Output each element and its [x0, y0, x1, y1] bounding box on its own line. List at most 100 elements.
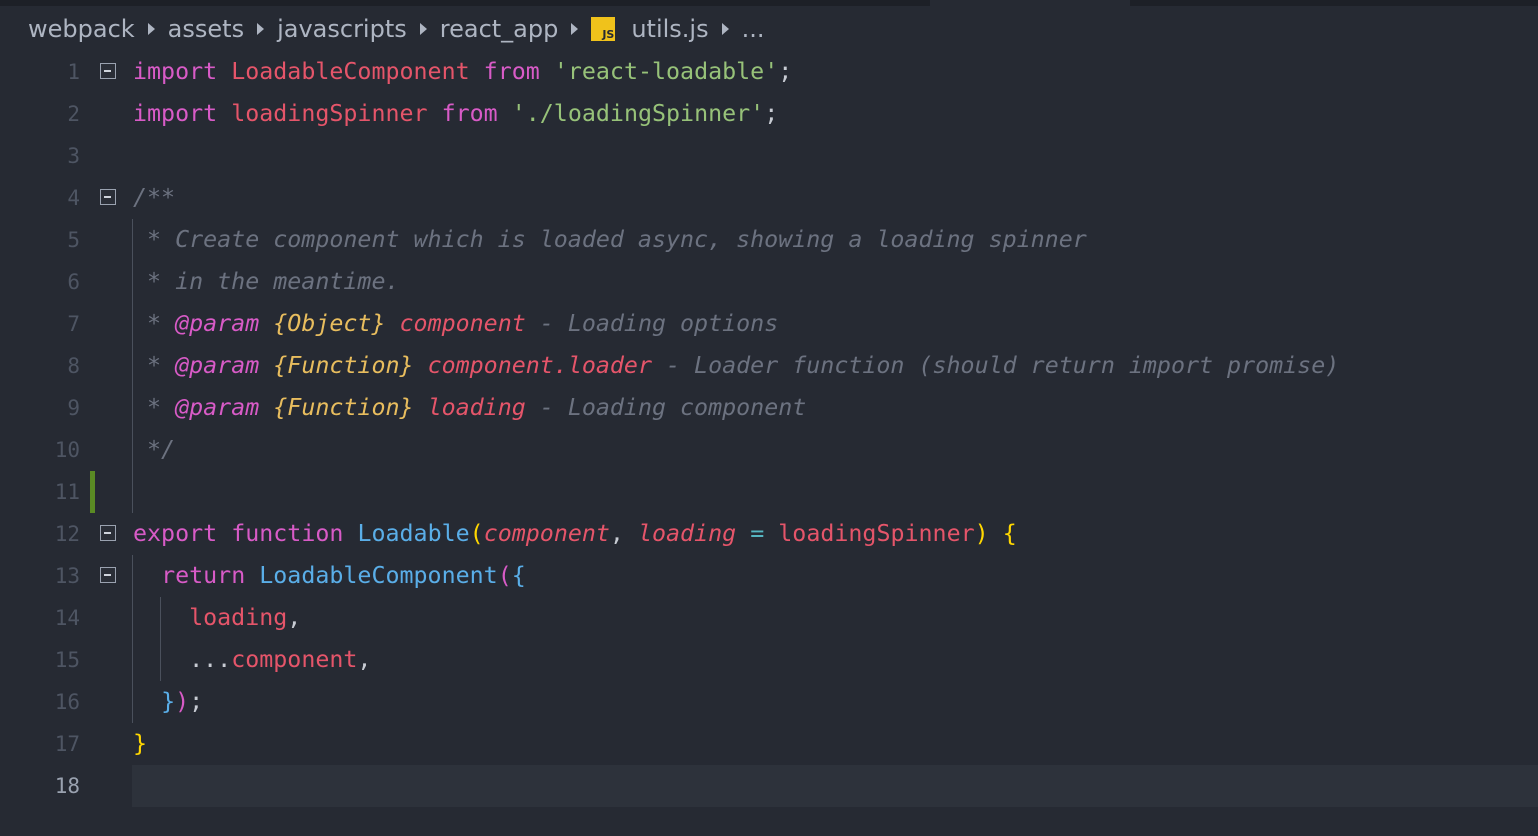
- token: ,: [357, 646, 372, 673]
- code-editor[interactable]: 1 import LoadableComponent from 'react-l…: [0, 51, 1538, 807]
- line-number: 9: [67, 396, 80, 420]
- token: function: [231, 520, 344, 547]
- line-number: 2: [67, 102, 80, 126]
- code-text[interactable]: * Create component which is loaded async…: [133, 219, 1087, 261]
- token: loadingSpinner: [778, 520, 975, 547]
- token: import: [133, 100, 218, 127]
- code-line[interactable]: 15 ...component,: [0, 639, 1538, 681]
- code-line[interactable]: 8 * @param {Function} component.loader -…: [0, 345, 1538, 387]
- line-number: 16: [54, 690, 80, 714]
- line-number: 7: [67, 312, 80, 336]
- code-text[interactable]: import loadingSpinner from './loadingSpi…: [133, 93, 778, 135]
- token: (: [497, 562, 512, 589]
- code-line[interactable]: 7 * @param {Object} component - Loading …: [0, 303, 1538, 345]
- fold-collapse-icon[interactable]: [100, 63, 116, 79]
- token: {Object}: [273, 310, 386, 337]
- code-text[interactable]: });: [133, 681, 203, 723]
- token: *: [133, 394, 176, 421]
- code-text[interactable]: }: [133, 723, 147, 765]
- token: ,: [287, 604, 302, 631]
- code-text[interactable]: */: [133, 429, 175, 471]
- fold-collapse-icon[interactable]: [100, 525, 116, 541]
- token: @param: [175, 394, 260, 421]
- code-line[interactable]: 4 /**: [0, 177, 1538, 219]
- code-text[interactable]: export function Loadable(component, load…: [133, 513, 1017, 555]
- token: loading: [427, 394, 526, 421]
- code-text[interactable]: ...component,: [133, 639, 371, 681]
- code-text[interactable]: * in the meantime.: [133, 261, 399, 303]
- token: component: [399, 310, 526, 337]
- token: Loadable: [357, 520, 470, 547]
- code-line[interactable]: 11: [0, 471, 1538, 513]
- breadcrumb-item-javascripts[interactable]: javascripts: [277, 15, 407, 43]
- line-number: 18: [54, 774, 80, 798]
- breadcrumb-item-file[interactable]: utils.js: [631, 15, 708, 43]
- code-line[interactable]: 1 import LoadableComponent from 'react-l…: [0, 51, 1538, 93]
- breadcrumb-overflow[interactable]: ...: [742, 15, 765, 43]
- code-line[interactable]: 9 * @param {Function} loading - Loading …: [0, 387, 1538, 429]
- fold-collapse-icon[interactable]: [100, 189, 116, 205]
- line-number: 15: [54, 648, 80, 672]
- token: LoadableComponent: [259, 562, 498, 589]
- token: from: [441, 100, 498, 127]
- code-line[interactable]: 3: [0, 135, 1538, 177]
- token: }: [133, 730, 148, 757]
- token: {Function}: [273, 394, 414, 421]
- token: loading: [189, 604, 288, 631]
- fold-collapse-icon[interactable]: [100, 567, 116, 583]
- token: * Create component which is loaded async…: [133, 226, 1087, 253]
- code-line[interactable]: 2 import loadingSpinner from './loadingS…: [0, 93, 1538, 135]
- code-line[interactable]: 12 export function Loadable(component, l…: [0, 513, 1538, 555]
- line-number: 11: [54, 480, 80, 504]
- code-text[interactable]: * @param {Object} component - Loading op…: [133, 303, 778, 345]
- breadcrumb-item-webpack[interactable]: webpack: [28, 15, 135, 43]
- token: loading: [637, 520, 737, 547]
- chevron-right-icon: [571, 23, 579, 35]
- code-line[interactable]: 13 return LoadableComponent({: [0, 555, 1538, 597]
- token: 'react-loadable': [553, 58, 779, 85]
- active-tab-indicator[interactable]: [930, 0, 1130, 6]
- code-text[interactable]: * @param {Function} component.loader - L…: [133, 345, 1339, 387]
- token: =: [750, 520, 765, 547]
- line-number: 10: [54, 438, 80, 462]
- code-line[interactable]: 6 * in the meantime.: [0, 261, 1538, 303]
- line-number: 12: [54, 522, 80, 546]
- line-number: 5: [67, 228, 80, 252]
- current-code-line[interactable]: 18: [0, 765, 1538, 807]
- code-text[interactable]: /**: [133, 177, 175, 219]
- token: {: [511, 562, 526, 589]
- token: ): [974, 520, 989, 547]
- token: component: [483, 520, 610, 547]
- line-number: 1: [67, 60, 80, 84]
- code-text[interactable]: loading,: [133, 597, 301, 639]
- code-line[interactable]: 10 */: [0, 429, 1538, 471]
- line-number: 8: [67, 354, 80, 378]
- code-text[interactable]: * @param {Function} loading - Loading co…: [133, 387, 806, 429]
- code-line[interactable]: 17 }: [0, 723, 1538, 765]
- token: component: [231, 646, 358, 673]
- code-line[interactable]: 14 loading,: [0, 597, 1538, 639]
- code-line[interactable]: 16 });: [0, 681, 1538, 723]
- breadcrumb-item-react-app[interactable]: react_app: [440, 15, 559, 43]
- code-text[interactable]: import LoadableComponent from 'react-loa…: [133, 51, 792, 93]
- breadcrumb-item-assets[interactable]: assets: [168, 15, 244, 43]
- code-line[interactable]: 5 * Create component which is loaded asy…: [0, 219, 1538, 261]
- token: ): [175, 688, 190, 715]
- code-text[interactable]: return LoadableComponent({: [133, 555, 526, 597]
- line-number: 17: [54, 732, 80, 756]
- chevron-right-icon: [721, 23, 729, 35]
- token: component.loader: [427, 352, 652, 379]
- token: (: [469, 520, 484, 547]
- indent-guide: [132, 471, 133, 513]
- token: - Loader function (should return import …: [651, 352, 1340, 379]
